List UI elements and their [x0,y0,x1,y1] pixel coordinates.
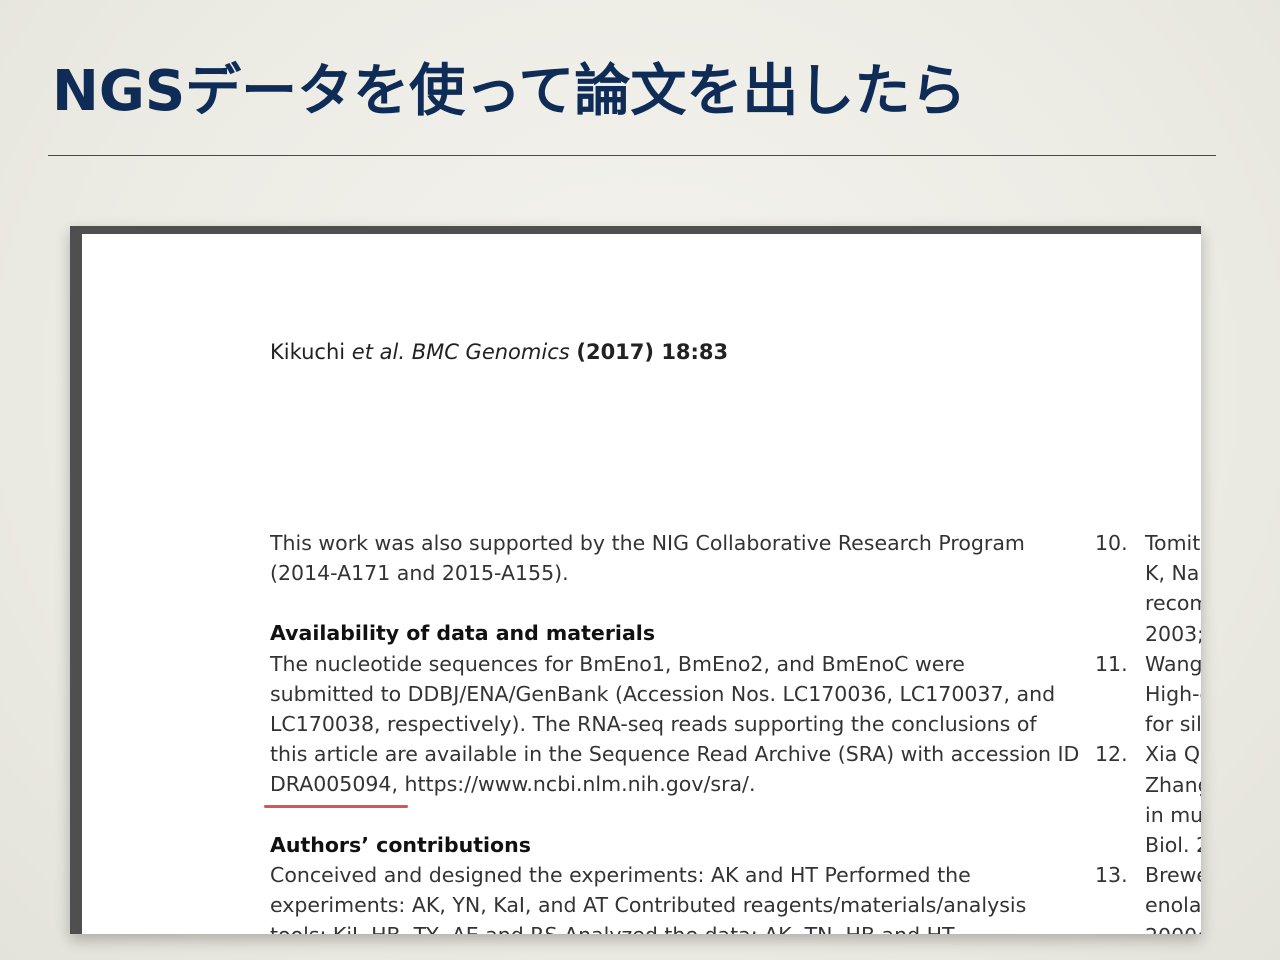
reference-line: enola [1145,893,1201,918]
reference-number: 11. [1095,651,1128,676]
reference-line: Biol. 2 [1145,833,1201,858]
reference-line: Tomit [1145,531,1201,555]
reference-line: Brewe [1145,863,1201,888]
reference-line: Xia Q, [1145,742,1201,767]
contributions-line: experiments: AK, YN, KaI, and AT Contrib… [270,893,1027,918]
accession-id-highlight: DRA005094, [264,769,408,808]
title-divider [48,155,1216,156]
availability-line: The nucleotide sequences for BmEno1, BmE… [270,651,965,676]
reference-number: 13. [1095,863,1128,888]
slide-title: NGSデータを使って論文を出したら [52,59,967,124]
funding-line: This work was also supported by the NIG … [270,531,1025,555]
red-underline-mark [264,804,408,808]
reference-number: 10. [1095,531,1128,555]
availability-line: submitted to DDBJ/ENA/GenBank (Accession… [270,681,1056,706]
paper-page: Kikuchi et al. BMC Genomics (2017) 18:83… [82,234,1201,934]
reference-item: 11. Wang High-e for silk [1095,649,1201,740]
running-head-journal: BMC Genomics [405,340,577,364]
reference-item: 12. Xia Q, Zhang in mu Biol. 2 [1095,739,1201,860]
reference-line: recom [1145,591,1201,616]
availability-section: Availability of data and materials The n… [264,618,1080,808]
reference-line: Wang [1145,651,1201,676]
running-head-etal: et al. [351,340,406,364]
contributions-line: tools: KiI, HB, TY, AE and RS Analyzed t… [270,920,1070,934]
references-column: 10. Tomit K, Nak recom 2003;2 11. Wang H… [1095,528,1201,934]
reference-line: for silk [1145,712,1201,737]
reference-line: 2003;2 [1145,621,1201,646]
running-head-author: Kikuchi [270,340,352,364]
paper-screenshot-frame: Kikuchi et al. BMC Genomics (2017) 18:83… [70,226,1201,934]
availability-line: LC170038, respectively). The RNA-seq rea… [270,712,1037,737]
availability-line: DRA005094, https://www.ncbi.nlm.nih.gov/… [264,769,1070,808]
contributions-heading: Authors’ contributions [270,832,531,857]
running-head-citation: (2017) 18:83 [576,340,729,364]
reference-line: High-e [1145,682,1201,707]
reference-line: in mu [1145,802,1201,827]
availability-line: this article are available in the Sequen… [270,742,1080,767]
main-text-column: This work was also supported by the NIG … [264,528,1080,934]
sra-url: https://www.ncbi.nlm.nih.gov/sra/. [398,772,756,797]
accession-id: DRA005094, [270,772,398,797]
reference-item: 10. Tomit K, Nak recom 2003;2 [1095,528,1201,649]
running-head: Kikuchi et al. BMC Genomics (2017) 18:83 [270,340,728,364]
reference-line: 2000; [1145,921,1201,934]
funding-paragraph: This work was also supported by the NIG … [270,528,1070,588]
funding-line: (2014-A171 and 2015-A155). [270,561,569,586]
reference-item: 13. Brewe enola 2000; [1095,860,1201,934]
availability-heading: Availability of data and materials [270,621,656,646]
reference-line: Zhang [1145,772,1201,797]
reference-number: 12. [1095,742,1128,767]
contributions-line: Conceived and designed the experiments: … [270,862,971,887]
reference-line: K, Nak [1145,561,1201,586]
contributions-section: Authors’ contributions Conceived and des… [270,830,1070,934]
